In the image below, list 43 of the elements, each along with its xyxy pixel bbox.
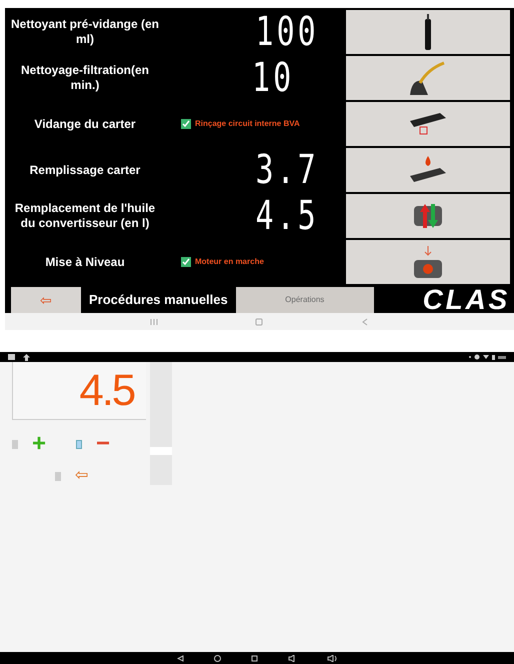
row-label: Remplissage carter [28,162,142,178]
display-value: 4.5 [79,368,134,412]
pouring-oil-icon [410,61,446,95]
recents-icon[interactable] [250,654,258,662]
step-button[interactable] [346,56,510,100]
gearbox-icon [414,204,442,228]
status-icons [466,354,506,360]
value-readout: 4.5 [256,196,319,236]
scroll-bar[interactable] [150,362,172,485]
oil-pan-icon [410,113,446,135]
value-readout: 100 [256,12,319,52]
row-label: Nettoyage-filtration(en min.) [20,63,150,93]
gearbox-icon [414,246,442,278]
row-label: Nettoyant pré-vidange (en ml) [10,17,160,47]
step-button[interactable] [346,102,510,146]
section-title: Procédures manuelles [89,291,228,310]
back-button[interactable]: ⇦ [75,468,88,484]
bottle-icon [424,14,432,50]
plus-button[interactable]: + [32,432,46,456]
indicator-icon [76,440,82,448]
row-label: Remplacement de l'huile du convertisseur (en l) [14,201,156,231]
checkbox-label: Rinçage circuit interne BVA [195,118,300,130]
operations-button[interactable]: Opérations [236,287,374,313]
checkbox[interactable] [181,119,191,129]
row-label: Mise à Niveau [44,254,126,270]
step-button[interactable] [346,148,510,192]
logo: CLAS [422,287,510,313]
image-icon [8,354,15,360]
home-icon[interactable] [214,654,220,662]
indicator-icon [55,472,61,480]
checkbox-label: Moteur en marche [195,256,264,268]
back-button[interactable]: ⇦ [11,287,81,313]
row-label: Vidange du carter [33,116,137,132]
volume-up-icon[interactable] [326,654,338,662]
oil-pan-icon [410,156,446,184]
value-readout: 10 [252,58,294,98]
indicator-icon [12,440,18,448]
volume-down-icon[interactable] [288,654,296,662]
back-icon[interactable] [176,654,184,662]
value-readout: 3.7 [256,150,319,190]
step-button[interactable] [346,10,510,54]
checkbox[interactable] [181,257,191,267]
minus-button[interactable]: − [96,432,110,456]
